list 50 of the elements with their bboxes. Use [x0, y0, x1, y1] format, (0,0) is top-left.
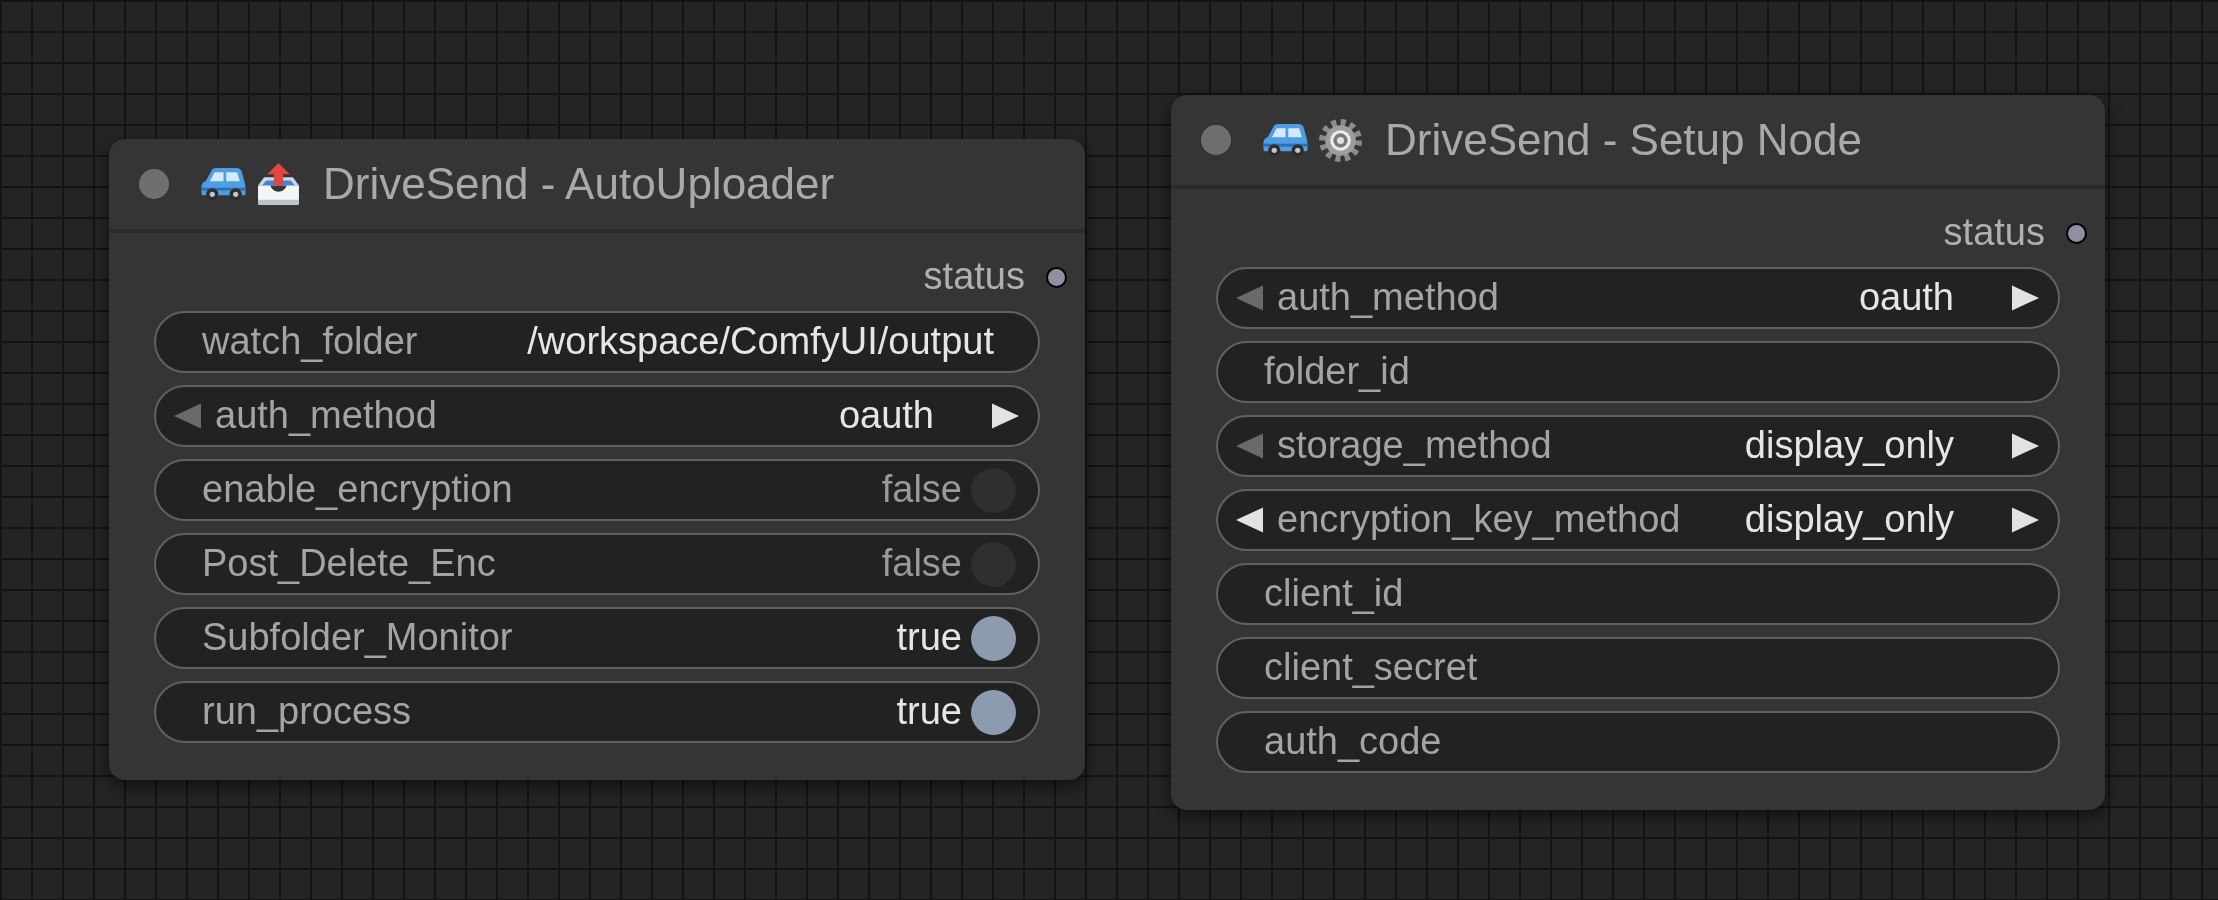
toggle-value: false — [881, 467, 962, 513]
toggle-value: true — [896, 615, 962, 661]
text-field[interactable]: folder_id — [1216, 341, 2060, 403]
field-label: watch_folder — [202, 319, 418, 365]
text-field[interactable]: client_id — [1216, 563, 2060, 625]
text-field[interactable]: watch_folder /workspace/ComfyUI/output — [154, 311, 1040, 373]
toggle-value: false — [881, 541, 962, 587]
field-label: auth_method — [1277, 275, 1499, 321]
field-label: Subfolder_Monitor — [202, 615, 513, 661]
field-value: /workspace/ComfyUI/output — [527, 319, 994, 365]
combo-selector[interactable]: encryption_key_method display_only — [1216, 489, 2060, 551]
field-label: auth_code — [1264, 719, 1442, 765]
combo-selector[interactable]: auth_method oauth — [154, 385, 1040, 447]
field-label: client_secret — [1264, 645, 1478, 691]
field-value: oauth — [837, 393, 934, 439]
field-label: storage_method — [1277, 423, 1552, 469]
output-slot-icon[interactable] — [2066, 222, 2087, 244]
field-label: Post_Delete_Enc — [202, 541, 496, 587]
toggle-value: true — [896, 689, 962, 735]
field-label: encryption_key_method — [1277, 497, 1681, 543]
right-triangle-icon[interactable] — [2012, 285, 2039, 311]
node-title: DriveSend - Setup Node — [1385, 113, 1862, 166]
gear-icon — [1318, 117, 1363, 163]
field-label: client_id — [1264, 571, 1404, 617]
left-triangle-icon[interactable] — [1236, 507, 1263, 533]
field-label: enable_encryption — [202, 467, 513, 513]
toggle-switch[interactable]: Post_Delete_Enc false — [154, 533, 1040, 595]
field-value: oauth — [1857, 275, 1954, 321]
field-label: run_process — [202, 689, 412, 735]
field-label: auth_method — [215, 393, 437, 439]
output-label: status — [923, 254, 1025, 300]
toggle-switch[interactable]: enable_encryption false — [154, 459, 1040, 521]
right-triangle-icon[interactable] — [992, 403, 1019, 429]
combo-selector[interactable]: auth_method oauth — [1216, 267, 2060, 329]
outbox-tray-icon — [256, 162, 301, 206]
field-label: folder_id — [1264, 349, 1410, 395]
toggle-switch[interactable]: Subfolder_Monitor true — [154, 607, 1040, 669]
text-field[interactable]: client_secret — [1216, 637, 2060, 699]
node-title: DriveSend - AutoUploader — [323, 157, 835, 210]
car-icon — [1263, 123, 1308, 157]
toggle-switch[interactable]: run_process true — [154, 681, 1040, 743]
text-field[interactable]: auth_code — [1216, 711, 2060, 773]
combo-selector[interactable]: storage_method display_only — [1216, 415, 2060, 477]
output-slot-icon[interactable] — [1046, 266, 1067, 288]
right-triangle-icon[interactable] — [2012, 507, 2039, 533]
output-label: status — [1943, 210, 2045, 256]
field-value: display_only — [1743, 497, 1954, 543]
right-triangle-icon[interactable] — [2012, 433, 2039, 459]
field-value: display_only — [1743, 423, 1954, 469]
car-icon — [201, 167, 246, 201]
